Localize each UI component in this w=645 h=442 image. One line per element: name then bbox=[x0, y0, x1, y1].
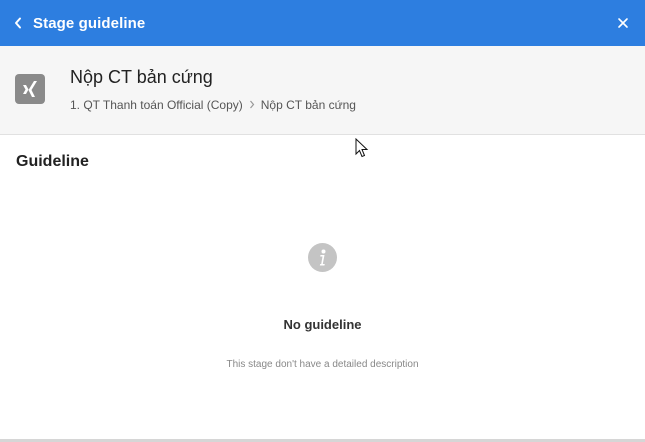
info-icon bbox=[308, 243, 337, 272]
empty-state: No guideline This stage don't have a det… bbox=[0, 243, 645, 370]
panel-title: Stage guideline bbox=[33, 14, 146, 32]
empty-description: This stage don't have a detailed descrip… bbox=[226, 359, 419, 370]
xing-icon bbox=[15, 74, 45, 104]
top-bar: Stage guideline bbox=[0, 0, 645, 46]
stage-header: Nộp CT bản cứng 1. QT Thanh toán Officia… bbox=[0, 46, 645, 135]
close-icon bbox=[615, 18, 631, 35]
breadcrumb-item-process[interactable]: 1. QT Thanh toán Official (Copy) bbox=[70, 98, 243, 112]
mouse-cursor-icon bbox=[355, 137, 369, 158]
guideline-heading: Guideline bbox=[16, 153, 89, 170]
chevron-left-icon bbox=[14, 17, 22, 29]
breadcrumb-item-stage: Nộp CT bản cứng bbox=[260, 98, 356, 112]
empty-title: No guideline bbox=[283, 317, 362, 332]
breadcrumb: 1. QT Thanh toán Official (Copy) Nộp CT … bbox=[70, 98, 356, 112]
close-button[interactable] bbox=[615, 15, 631, 31]
chevron-right-icon bbox=[249, 98, 255, 112]
back-button[interactable]: Stage guideline bbox=[14, 0, 145, 46]
stage-title: Nộp CT bản cứng bbox=[70, 67, 213, 87]
